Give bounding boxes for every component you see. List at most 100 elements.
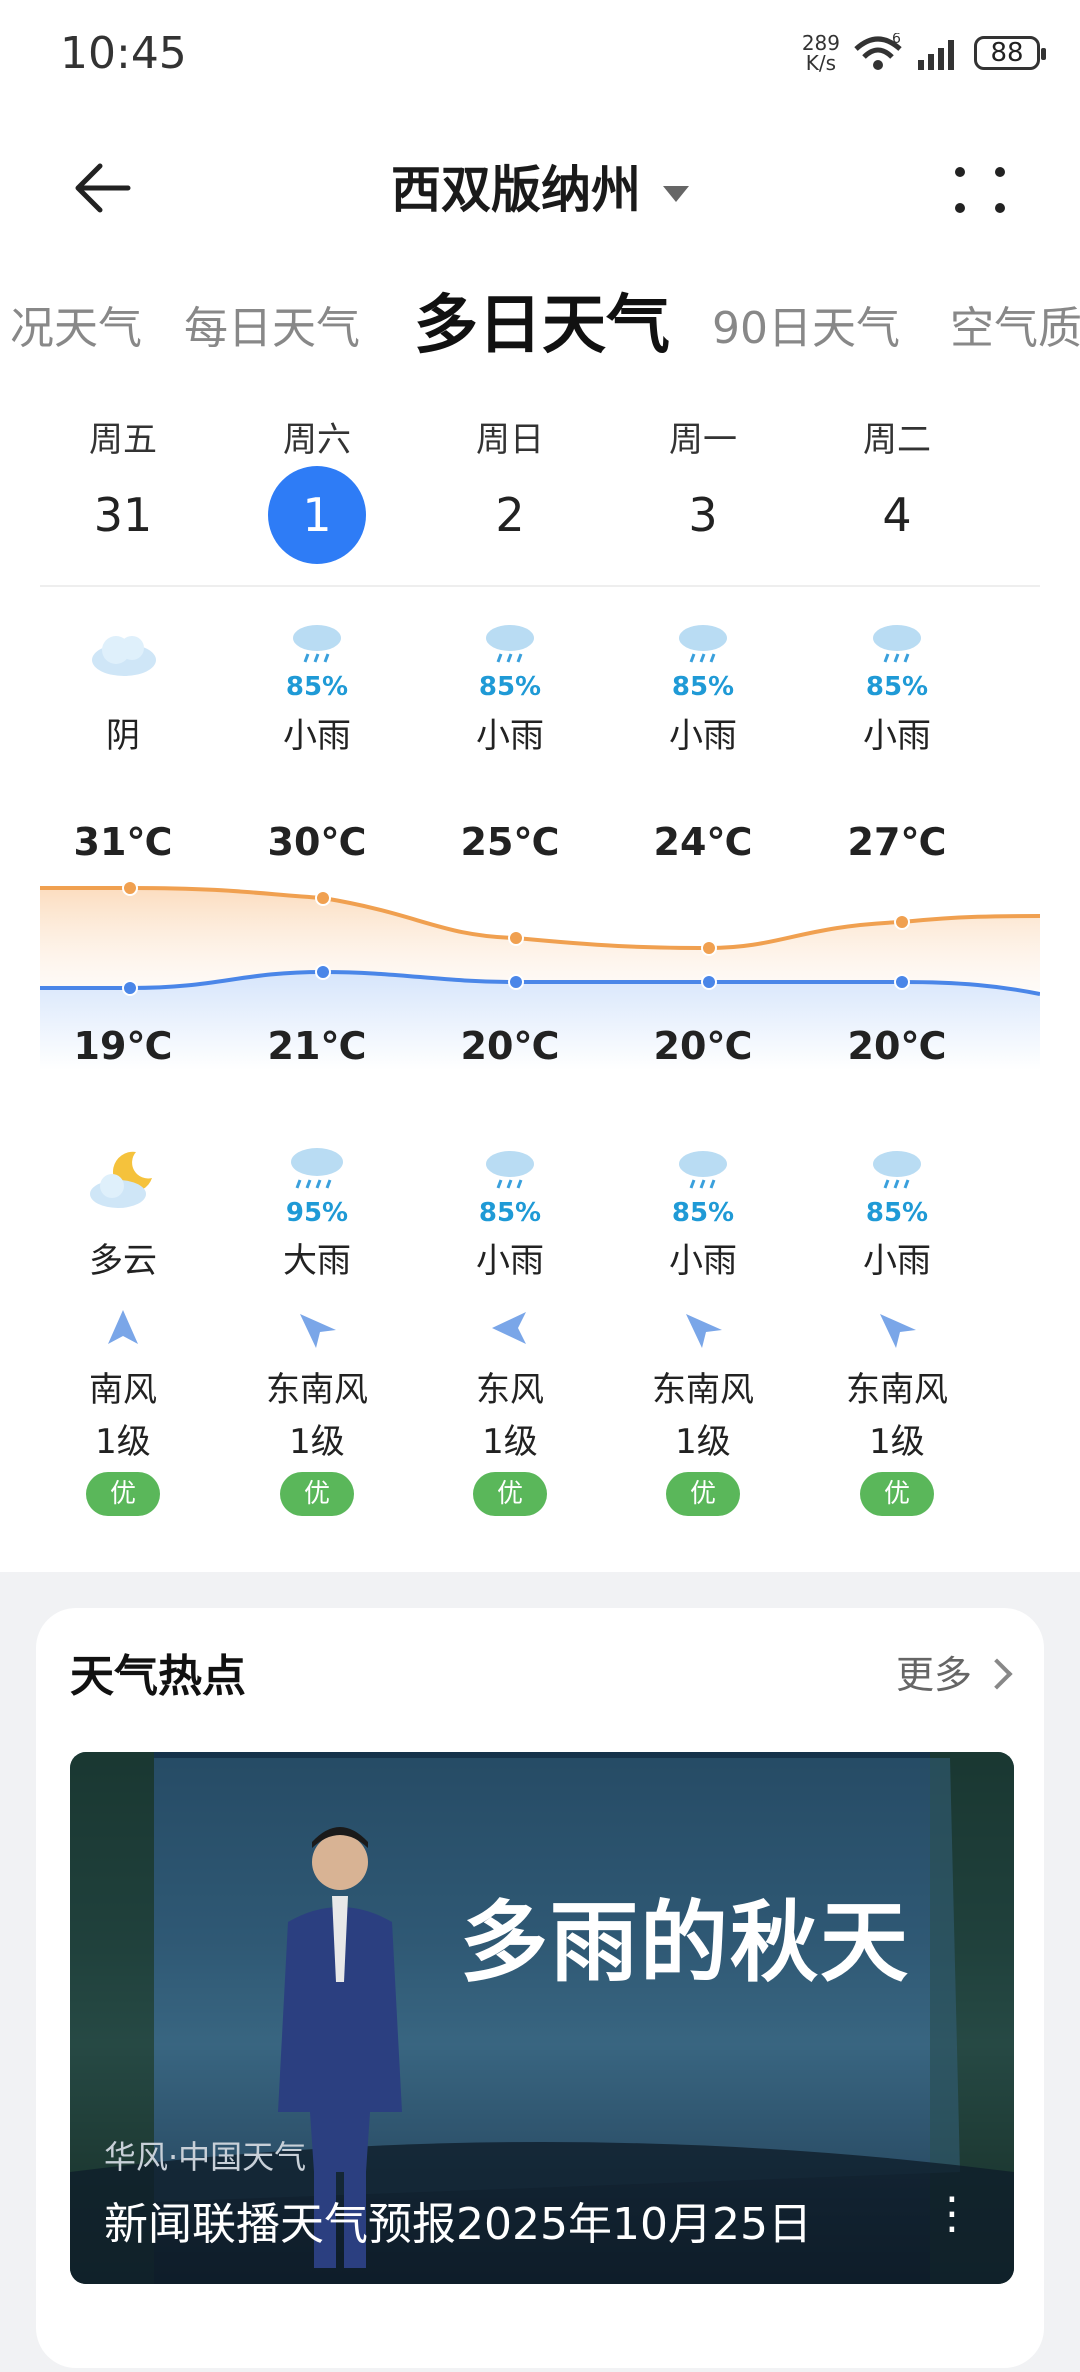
- tab-daily-weather[interactable]: 每日天气: [184, 292, 360, 356]
- high-temp: 31℃: [73, 820, 173, 864]
- battery-indicator: 88: [974, 36, 1046, 70]
- wind-direction: 东南风: [846, 1370, 948, 1410]
- day-condition: 阴: [106, 716, 140, 756]
- low-temp-point: [122, 980, 138, 996]
- divider: [40, 585, 1040, 587]
- date-button[interactable]: 31: [43, 485, 203, 545]
- light-rain-icon: [486, 1151, 534, 1189]
- section-title: 天气热点: [70, 1651, 246, 1702]
- light-rain-icon: [873, 625, 921, 663]
- tab-90-day-weather[interactable]: 90日天气: [712, 292, 900, 356]
- high-temp-point: [894, 914, 910, 930]
- high-temp-point: [701, 940, 717, 956]
- high-temp: 30℃: [267, 820, 367, 864]
- low-temp-point: [894, 974, 910, 990]
- low-temp: 20℃: [847, 1024, 947, 1068]
- day-of-week: 周六: [283, 420, 351, 460]
- high-temp: 25℃: [460, 820, 560, 864]
- light-rain-icon: [486, 625, 534, 663]
- low-temp: 20℃: [460, 1024, 560, 1068]
- city-selector[interactable]: 西双版纳州: [0, 150, 1080, 222]
- high-temp: 24℃: [653, 820, 753, 864]
- day-precip-chance: 85%: [285, 672, 349, 702]
- more-menu-icon[interactable]: [950, 160, 1010, 220]
- video-source: 华风·中国天气: [104, 2138, 307, 2176]
- aqi-badge: 优: [817, 1472, 977, 1516]
- video-thumbnail[interactable]: 多雨的秋天 华风·中国天气 新闻联播天气预报2025年10月25日 ⋮: [70, 1752, 1014, 2284]
- wind-direction: 东风: [476, 1370, 544, 1410]
- day-precip-chance: 85%: [478, 672, 542, 702]
- status-time: 10:45: [60, 28, 187, 79]
- tab-air-quality[interactable]: 空气质: [950, 292, 1080, 356]
- night-precip-chance: 85%: [671, 1198, 735, 1228]
- aqi-badge: 优: [43, 1472, 203, 1516]
- dropdown-caret-icon: [663, 185, 689, 202]
- partly-cloudy-night-icon: [90, 1151, 152, 1208]
- svg-text:6: 6: [892, 33, 901, 47]
- low-temp: 19℃: [73, 1024, 173, 1068]
- night-condition: 小雨: [863, 1241, 931, 1281]
- night-precip-chance: 95%: [285, 1198, 349, 1228]
- date-button[interactable]: 2: [430, 485, 590, 545]
- wind-direction: 东南风: [652, 1370, 754, 1410]
- night-precip-chance: 85%: [865, 1198, 929, 1228]
- wind-level: 1级: [675, 1422, 731, 1462]
- aqi-badge: 优: [623, 1472, 783, 1516]
- high-temp: 27℃: [847, 820, 947, 864]
- low-temp-point: [315, 964, 331, 980]
- cloudy-icon: [92, 636, 156, 676]
- tab-multi-day-weather[interactable]: 多日天气: [414, 274, 670, 366]
- wind-direction-icon: [300, 1314, 336, 1348]
- day-of-week: 周五: [89, 420, 157, 460]
- city-name: 西双版纳州: [391, 161, 641, 219]
- tab-weather-live[interactable]: 况天气: [10, 292, 142, 356]
- light-rain-icon: [293, 625, 341, 663]
- day-of-week: 周二: [863, 420, 931, 460]
- wifi-icon: 6: [854, 33, 902, 70]
- wind-direction-icon: [108, 1310, 138, 1344]
- high-temp-point: [315, 890, 331, 906]
- video-options-icon[interactable]: ⋮: [930, 2188, 974, 2239]
- high-temp-point: [508, 930, 524, 946]
- network-speed: 289 K/s: [801, 31, 840, 75]
- light-rain-icon: [679, 625, 727, 663]
- light-rain-icon: [873, 1151, 921, 1189]
- wind-level: 1级: [95, 1422, 151, 1462]
- aqi-badge: 优: [430, 1472, 590, 1516]
- more-link[interactable]: 更多: [896, 1644, 1013, 1699]
- low-temp: 20℃: [653, 1024, 753, 1068]
- day-of-week: 周日: [476, 420, 544, 460]
- wind-direction-icon: [492, 1312, 526, 1344]
- wind-level: 1级: [289, 1422, 345, 1462]
- status-icons: 289 K/s 6 88: [801, 30, 1046, 76]
- video-title: 新闻联播天气预报2025年10月25日: [104, 2199, 812, 2250]
- low-temp-point: [701, 974, 717, 990]
- night-condition: 小雨: [669, 1241, 737, 1281]
- wind-direction: 东南风: [266, 1370, 368, 1410]
- wind-level: 1级: [869, 1422, 925, 1462]
- date-button[interactable]: 4: [817, 485, 977, 545]
- heavy-rain-icon: [291, 1148, 343, 1189]
- signal-icon: [918, 40, 954, 70]
- chevron-right-icon: [981, 1657, 1013, 1690]
- date-button[interactable]: 3: [623, 485, 783, 545]
- low-temp-point: [508, 974, 524, 990]
- day-precip-chance: 85%: [865, 672, 929, 702]
- night-condition: 小雨: [476, 1241, 544, 1281]
- date-button-selected[interactable]: 1: [237, 466, 397, 564]
- day-condition: 小雨: [669, 716, 737, 756]
- wind-level: 1级: [482, 1422, 538, 1462]
- aqi-badge: 优: [237, 1472, 397, 1516]
- night-precip-chance: 85%: [478, 1198, 542, 1228]
- night-condition: 多云: [89, 1241, 157, 1281]
- light-rain-icon: [679, 1151, 727, 1189]
- wind-direction-icon: [880, 1314, 916, 1348]
- wind-direction-icon: [686, 1314, 722, 1348]
- night-condition: 大雨: [283, 1241, 351, 1281]
- day-condition: 小雨: [476, 716, 544, 756]
- low-temp: 21℃: [267, 1024, 367, 1068]
- day-precip-chance: 85%: [671, 672, 735, 702]
- high-temp-point: [122, 880, 138, 896]
- wind-direction: 南风: [89, 1370, 157, 1410]
- day-condition: 小雨: [283, 716, 351, 756]
